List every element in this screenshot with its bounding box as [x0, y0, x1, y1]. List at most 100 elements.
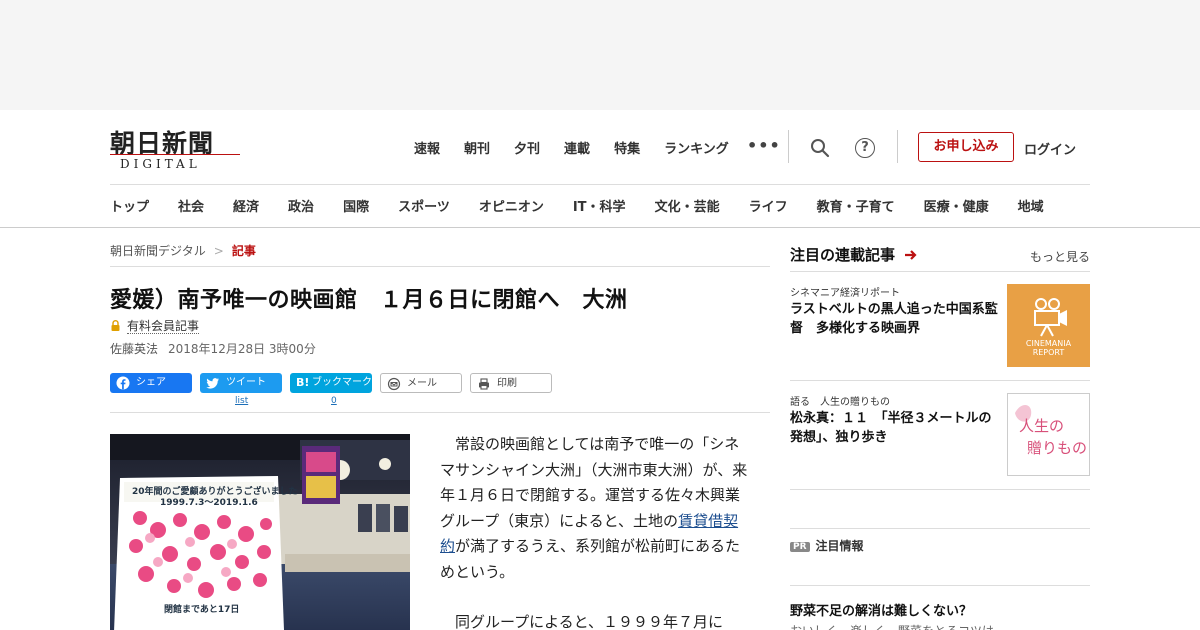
facebook-share-button[interactable]: シェア: [110, 373, 192, 393]
facebook-share-label: シェア: [136, 377, 166, 388]
photo-caption-line-3: 閉館まであと17日: [164, 603, 239, 615]
share-divider: [110, 412, 770, 413]
member-only-text: 有料会員記事: [127, 319, 200, 334]
cat-opinion[interactable]: オピニオン: [479, 196, 544, 215]
logo-sub-text: DIGITAL: [120, 157, 201, 171]
featured-series-heading[interactable]: 注目の連載記事: [790, 244, 918, 265]
help-icon[interactable]: ?: [855, 138, 875, 158]
hatena-bookmark-button[interactable]: B! ブックマーク: [290, 373, 372, 393]
header-divider: [897, 130, 898, 163]
mail-share-label: メール: [407, 378, 437, 389]
cat-region[interactable]: 地域: [1018, 196, 1044, 215]
cat-health[interactable]: 医療・健康: [924, 196, 989, 215]
nav-evening[interactable]: 夕刊: [514, 138, 540, 157]
series-kicker: 語る 人生の贈りもの: [790, 397, 890, 408]
site-logo[interactable]: 朝日新聞 DIGITAL: [110, 124, 245, 171]
nav-series[interactable]: 連載: [564, 138, 590, 157]
cat-culture[interactable]: 文化・芸能: [655, 196, 720, 215]
arrow-right-icon: [905, 250, 917, 260]
header-separator: [110, 184, 1090, 185]
breadcrumb: 朝日新聞デジタル > 記事: [110, 242, 256, 259]
twitter-icon: [206, 378, 219, 389]
thumb-text-1: 人生の: [1019, 417, 1064, 435]
top-nav: 速報 朝刊 夕刊 連載 特集 ランキング: [414, 138, 753, 157]
article-paragraph: 常設の映画館としては南予で唯一の「シネマサンシャイン大洲」（大洲市東大洲）が、来…: [440, 432, 750, 585]
cat-education[interactable]: 教育・子育て: [817, 196, 895, 215]
lock-icon: [111, 320, 120, 331]
featured-series-title: 注目の連載記事: [790, 246, 896, 264]
byline: 佐藤英法 2018年12月28日 3時00分: [110, 340, 316, 357]
cat-top[interactable]: トップ: [110, 196, 149, 215]
hatena-bookmark-label: ブックマーク: [312, 377, 372, 388]
mail-icon: [387, 377, 401, 391]
twitter-share-button[interactable]: ツイート: [200, 373, 282, 393]
sidebar-divider: [790, 271, 1090, 272]
series-kicker: シネマニア経済リポート: [790, 288, 900, 299]
article-body: 常設の映画館としては南予で唯一の「シネマサンシャイン大洲」（大洲市東大洲）が、来…: [440, 432, 750, 630]
photo-caption-line-2: 1999.7.3〜2019.1.6: [160, 498, 258, 508]
nav-breaking[interactable]: 速報: [414, 138, 440, 157]
print-button[interactable]: 印刷: [470, 373, 552, 393]
sidebar-divider: [790, 380, 1090, 381]
series-title: 松永真：１１ 「半径３メートルの発想」、独り歩き: [790, 411, 992, 445]
pr-section-heading: PR 注目情報: [790, 537, 864, 554]
thumb-text-2: REPORT: [1033, 348, 1065, 357]
more-menu-icon[interactable]: •••: [747, 136, 781, 155]
site-header: 朝日新聞 DIGITAL 速報 朝刊 夕刊 連載 特集 ランキング ••• ? …: [0, 110, 1200, 228]
cat-sports[interactable]: スポーツ: [398, 196, 450, 215]
mail-share-button[interactable]: メール: [380, 373, 462, 393]
cat-politics[interactable]: 政治: [288, 196, 314, 215]
photo-caption-line-1: 20年間のご愛顧ありがとうございました: [132, 485, 298, 497]
cinema-lobby-photo: 20年間のご愛顧ありがとうございました 1999.7.3〜2019.1.6 閉館…: [110, 434, 410, 630]
cat-international[interactable]: 国際: [343, 196, 369, 215]
ad-banner-area: [0, 0, 1200, 110]
logo-underline: [110, 154, 240, 155]
category-nav: トップ 社会 経済 政治 国際 スポーツ オピニオン IT・科学 文化・芸能 ラ…: [110, 196, 1200, 215]
subscribe-button[interactable]: お申し込み: [918, 132, 1014, 162]
nav-features[interactable]: 特集: [614, 138, 640, 157]
jinsei-thumbnail: 人生の 贈りもの: [1007, 393, 1090, 476]
sidebar-divider: [790, 585, 1090, 586]
breadcrumb-home[interactable]: 朝日新聞デジタル: [110, 244, 206, 258]
share-buttons: シェア ツイート B! ブックマーク メール 印刷 list 0: [110, 373, 770, 413]
series-item[interactable]: シネマニア経済リポート ラストベルトの黒人追った中国系監督 多様化する映画界 C…: [790, 284, 1090, 368]
nav-morning[interactable]: 朝刊: [464, 138, 490, 157]
cat-it-science[interactable]: IT・科学: [573, 196, 626, 215]
breadcrumb-separator: >: [213, 244, 224, 258]
cat-society[interactable]: 社会: [178, 196, 204, 215]
print-label: 印刷: [497, 378, 517, 389]
login-link[interactable]: ログイン: [1024, 139, 1076, 158]
series-item[interactable]: 語る 人生の贈りもの 松永真：１１ 「半径３メートルの発想」、独り歩き 人生の …: [790, 393, 1090, 477]
author-name: 佐藤英法: [110, 342, 159, 356]
member-only-label[interactable]: 有料会員記事: [110, 317, 200, 334]
cinemania-thumbnail: CINEMANIA REPORT: [1007, 284, 1090, 367]
sidebar-divider: [790, 489, 1090, 490]
hatena-bookmark-icon: B!: [296, 376, 310, 389]
paragraph-1b: が満了するうえ、系列館が松前町にあるためという。: [440, 537, 741, 581]
twitter-count-link[interactable]: list: [235, 396, 248, 406]
article-paragraph: 同グループによると、１９９９年７月に: [455, 613, 724, 630]
facebook-icon: [116, 376, 130, 390]
twitter-share-label: ツイート: [226, 377, 266, 388]
pr-article-subtitle[interactable]: おいしく、楽しく、野菜をとるコツは: [790, 622, 994, 630]
pr-article-title[interactable]: 野菜不足の解消は難しくない？: [790, 600, 972, 619]
thumb-text-2: 贈りもの: [1027, 439, 1087, 457]
series-title: ラストベルトの黒人追った中国系監督 多様化する映画界: [790, 302, 998, 336]
sidebar-divider: [790, 528, 1090, 529]
thumb-text-1: CINEMANIA: [1026, 339, 1072, 348]
breadcrumb-divider: [110, 266, 770, 267]
pr-label: 注目情報: [815, 539, 864, 553]
printer-icon: [479, 378, 489, 390]
cat-life[interactable]: ライフ: [749, 196, 788, 215]
hatena-count-link[interactable]: 0: [331, 396, 337, 406]
search-icon[interactable]: [810, 138, 830, 158]
article-photo[interactable]: 20年間のご愛顧ありがとうございました 1999.7.3〜2019.1.6 閉館…: [110, 434, 410, 630]
nav-ranking[interactable]: ランキング: [664, 138, 729, 157]
publish-date: 2018年12月28日 3時00分: [168, 342, 316, 356]
see-more-link[interactable]: もっと見る: [1030, 248, 1090, 265]
header-divider: [788, 130, 789, 163]
article-headline: 愛媛）南予唯一の映画館 １月６日に閉館へ 大洲: [110, 288, 628, 313]
breadcrumb-current: 記事: [231, 244, 256, 258]
pr-badge: PR: [790, 542, 810, 552]
cat-economy[interactable]: 経済: [233, 196, 259, 215]
